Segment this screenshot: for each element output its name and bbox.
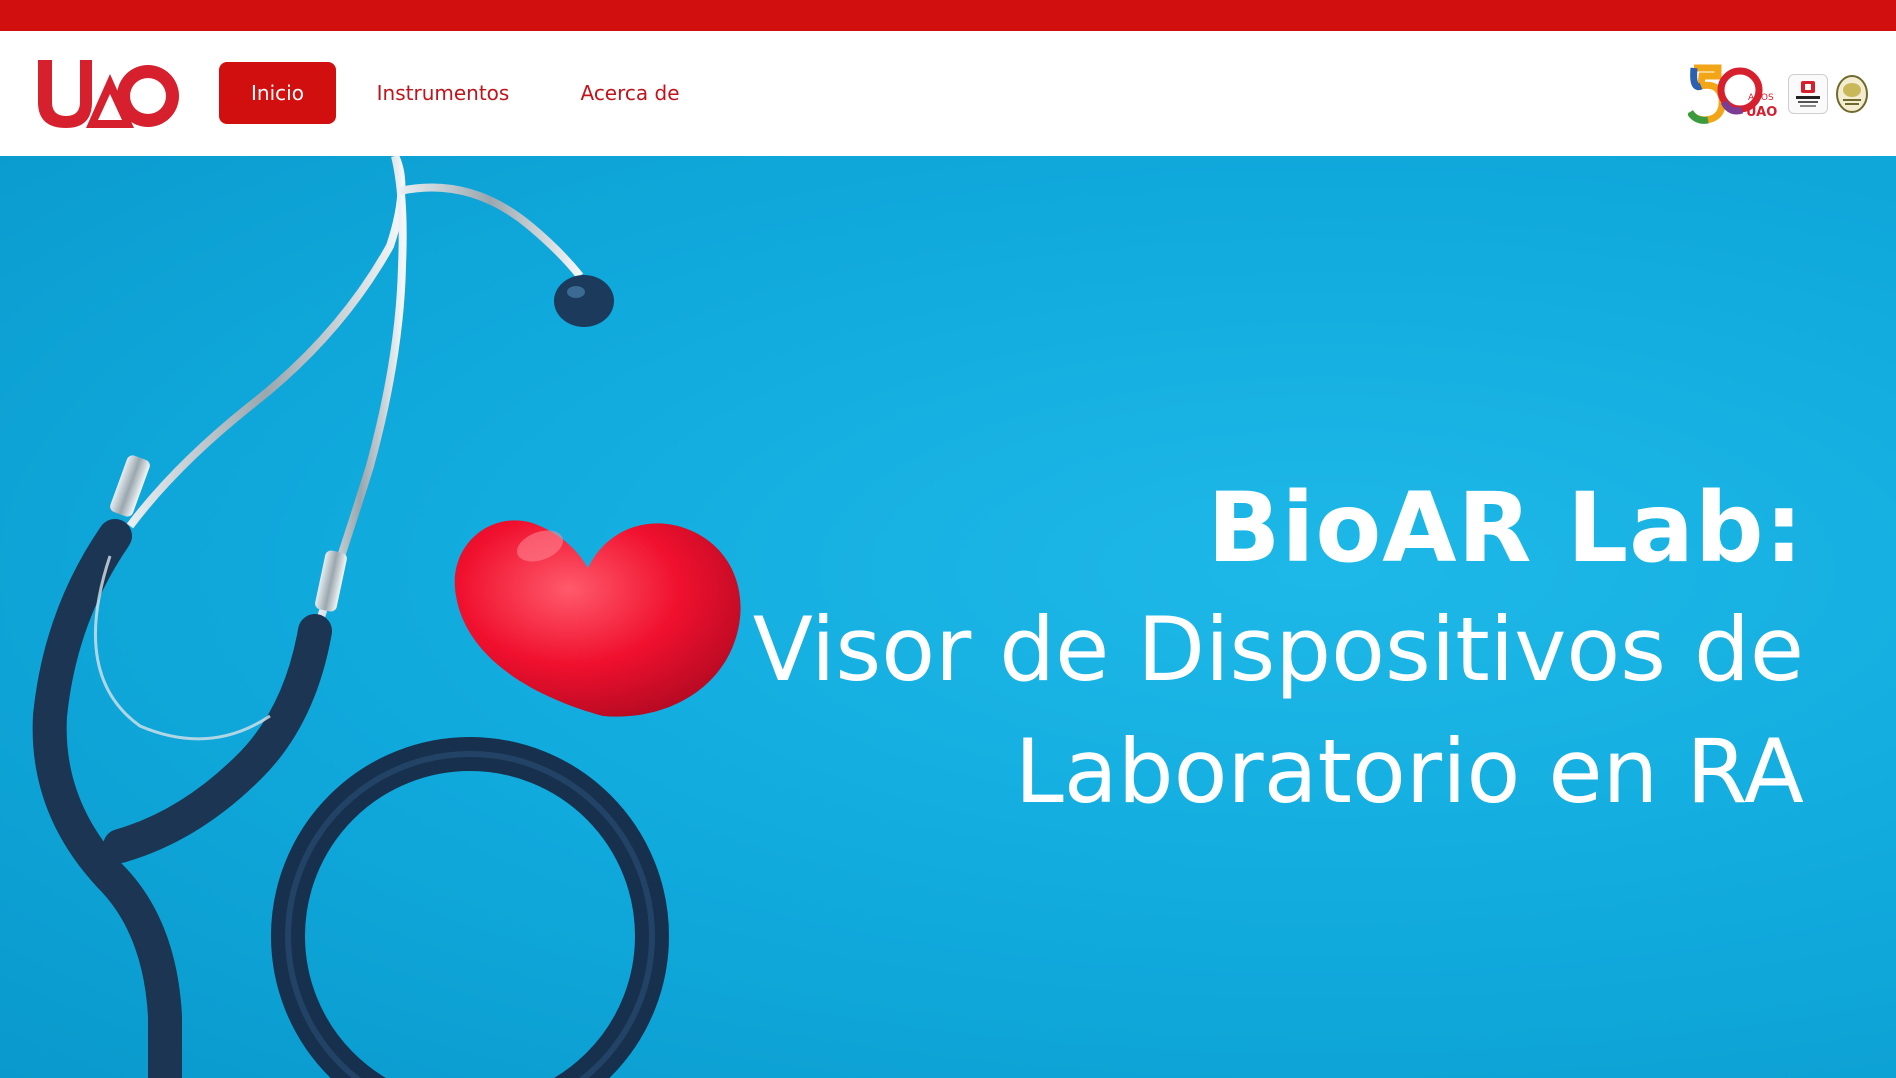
uao-logo[interactable] [34, 56, 182, 132]
nav-instrumentos[interactable]: Instrumentos [362, 62, 524, 124]
navbar: Inicio Instrumentos Acerca de AÑOS UAO [0, 31, 1896, 156]
autonoma-seal-logo [1788, 74, 1828, 114]
svg-text:UAO: UAO [1746, 105, 1777, 120]
nav-acerca-de[interactable]: Acerca de [564, 62, 696, 124]
hero-title: BioAR Lab: Visor de Dispositivos de Labo… [684, 467, 1804, 833]
institution-seal-logo [1836, 74, 1868, 114]
hero-banner: BioAR Lab: Visor de Dispositivos de Labo… [0, 156, 1896, 1078]
anniversary-anos-text: AÑOS [1748, 92, 1774, 103]
anniversary-50-logo: AÑOS UAO [1688, 62, 1780, 126]
partner-logos: AÑOS UAO [1688, 61, 1868, 127]
hero-title-subtitle: Visor de Dispositivos de Laboratorio en … [752, 598, 1804, 824]
nav-inicio[interactable]: Inicio [219, 62, 336, 124]
top-accent-bar [0, 0, 1896, 31]
hero-title-strong: BioAR Lab: [1207, 472, 1804, 585]
